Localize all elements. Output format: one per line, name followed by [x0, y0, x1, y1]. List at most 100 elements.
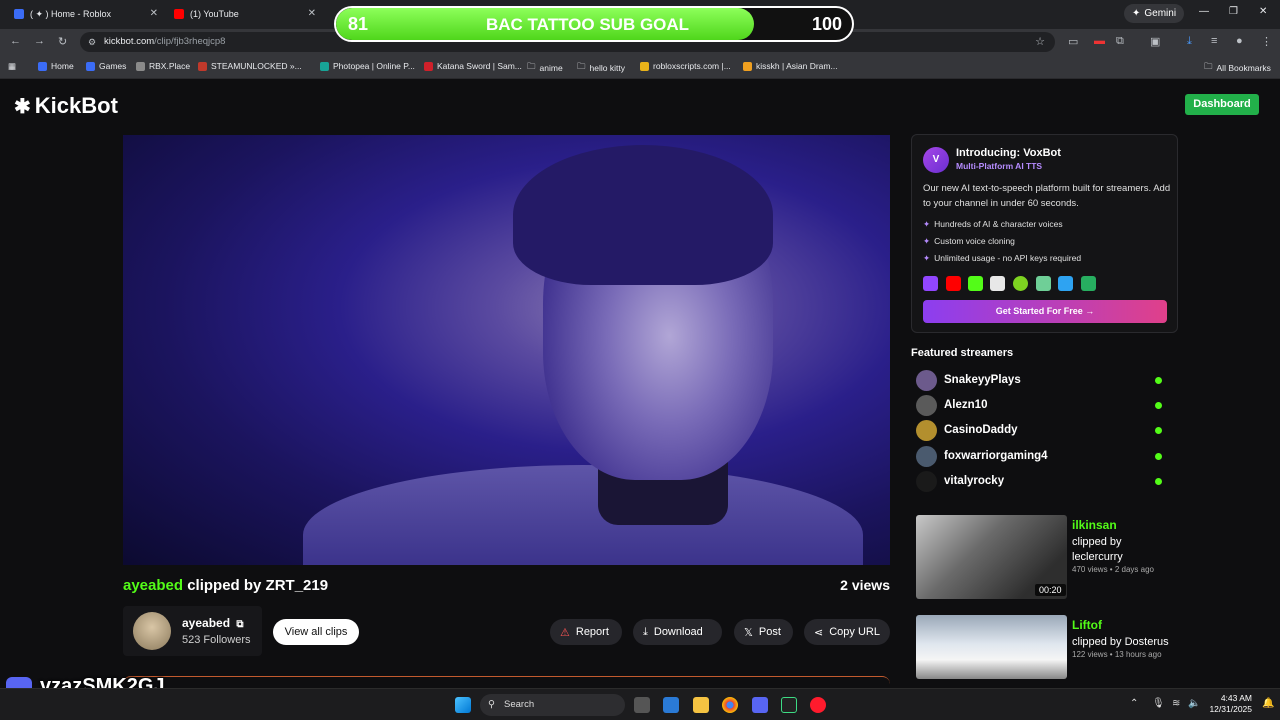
bookmark-photopea[interactable]: Photopea | Online P... — [320, 61, 415, 71]
clip-video-player[interactable] — [123, 135, 890, 565]
report-button[interactable]: ⚠ Report — [550, 619, 622, 645]
bookmark-folder-anime[interactable]: 🗀 anime — [527, 61, 563, 75]
chevron-up-icon[interactable]: ⌃ — [1130, 698, 1138, 709]
featured-streamer[interactable]: vitalyrocky — [916, 471, 1166, 493]
back-icon[interactable]: ← — [10, 35, 21, 47]
download-button[interactable]: ⤓ Download — [633, 619, 722, 645]
rumble-icon — [1013, 276, 1028, 291]
bookmark-rbxplace[interactable]: RBX.Place — [136, 61, 190, 71]
download-icon[interactable]: ⤓ — [1187, 35, 1192, 48]
featured-streamer[interactable]: Alezn10 — [916, 395, 1166, 417]
bookmark-star-icon[interactable]: ☆ — [1035, 32, 1045, 52]
tab-roblox[interactable]: ( ✦ ) Home - Roblox ✕ — [6, 3, 164, 25]
widgets-icon[interactable] — [663, 697, 679, 713]
clip-clipped-by: clipped by ZRT_219 — [183, 577, 329, 594]
media-icon[interactable]: ▣ — [1150, 35, 1160, 48]
extension-icon[interactable]: ▭ — [1068, 35, 1078, 48]
reading-list-icon[interactable]: ≡ — [1211, 35, 1217, 47]
system-clock[interactable]: 4:43 AM 12/31/2025 — [1204, 693, 1252, 715]
avatar — [916, 395, 937, 416]
apps-grid-icon[interactable]: ▦ — [8, 61, 16, 72]
streamer-name: vitalyrocky — [944, 475, 1005, 487]
file-explorer-icon[interactable] — [693, 697, 709, 713]
tab-youtube[interactable]: (1) YouTube ✕ — [166, 3, 322, 25]
featured-streamer[interactable]: CasinoDaddy — [916, 420, 1166, 442]
microphone-icon[interactable]: 🎙 — [1152, 698, 1165, 709]
promo-description: Our new AI text-to-speech platform built… — [923, 183, 1171, 209]
voxbot-logo-icon: V — [923, 147, 949, 173]
related-streamer-name[interactable]: ilkinsan — [1072, 518, 1117, 532]
bookmark-home[interactable]: Home — [38, 61, 74, 71]
bookmark-kisskh[interactable]: kisskh | Asian Dram... — [743, 61, 838, 71]
promo-feature-label: Unlimited usage - no API keys required — [934, 253, 1082, 263]
copy-url-button[interactable]: ⋖ Copy URL — [804, 619, 890, 645]
get-started-button[interactable]: Get Started For Free → — [923, 300, 1167, 323]
notification-bell-icon[interactable]: 🔔 — [1262, 698, 1274, 709]
avatar[interactable] — [133, 612, 171, 650]
search-icon: ⚲ — [488, 699, 495, 710]
related-clip[interactable]: Liftof clipped by Dosterus 122 views • 1… — [916, 615, 1178, 679]
live-indicator-icon — [1155, 453, 1162, 460]
forward-icon[interactable]: → — [34, 35, 45, 47]
related-clip[interactable]: 00:20 ilkinsan clipped by leclercurry 47… — [916, 515, 1178, 601]
bookmark-label: Photopea | Online P... — [333, 61, 415, 71]
profile-avatar-icon[interactable]: ● — [1236, 35, 1243, 47]
platform-icon — [1058, 276, 1073, 291]
url-domain: kickbot.com — [104, 36, 155, 47]
featured-streamer[interactable]: foxwarriorgaming4 — [916, 446, 1166, 468]
close-icon[interactable]: ✕ — [308, 8, 316, 19]
kick-icon — [968, 276, 983, 291]
kickbot-logo[interactable]: ✱ KickBot — [14, 93, 118, 119]
opera-icon[interactable] — [810, 697, 826, 713]
app-icon[interactable] — [781, 697, 797, 713]
search-placeholder: Search — [504, 699, 535, 710]
chrome-icon[interactable] — [722, 697, 738, 713]
related-clipped-by: clipped by leclercurry — [1072, 536, 1123, 563]
twitch-icon — [923, 276, 938, 291]
roblox-icon — [86, 61, 95, 71]
related-meta: 470 views • 2 days ago — [1072, 565, 1154, 574]
kickbot-logo-icon: ✱ — [14, 95, 31, 118]
windows-taskbar: ⚲ Search ⌃ 🎙 ≋ 🔈 4:43 AM 12/31/2025 🔔 — [0, 688, 1280, 720]
featured-streamer[interactable]: SnakeyyPlays — [916, 370, 1166, 392]
clip-thumbnail[interactable] — [916, 615, 1067, 679]
bookmark-folder-hello-kitty[interactable]: 🗀 hello kitty — [577, 61, 625, 75]
related-streamer-name[interactable]: Liftof — [1072, 618, 1102, 632]
volume-icon[interactable]: 🔈 — [1188, 698, 1200, 709]
discord-icon[interactable] — [752, 697, 768, 713]
platform-icon — [1036, 276, 1051, 291]
author-name[interactable]: ayeabed ⧉ — [182, 616, 244, 630]
task-view-icon[interactable] — [634, 697, 650, 713]
close-window-icon[interactable]: ✕ — [1259, 6, 1267, 17]
bookmark-robloxscripts[interactable]: robloxscripts.com |... — [640, 61, 731, 71]
clip-streamer-name[interactable]: ayeabed — [123, 577, 183, 594]
author-card[interactable]: ayeabed ⧉ 523 Followers — [123, 606, 262, 656]
close-icon[interactable]: ✕ — [150, 8, 158, 19]
x-logo-icon: 𝕏 — [744, 626, 753, 639]
reload-icon[interactable]: ↻ — [58, 35, 67, 48]
extensions-puzzle-icon[interactable]: ⧉ — [1116, 35, 1124, 48]
bookmark-games[interactable]: Games — [86, 61, 126, 71]
bookmark-steamunlocked[interactable]: STEAMUNLOCKED »... — [198, 61, 302, 71]
minimize-icon[interactable]: — — [1199, 6, 1209, 17]
dashboard-button[interactable]: Dashboard — [1185, 94, 1259, 115]
view-all-clips-button[interactable]: View all clips — [273, 619, 359, 645]
maximize-icon[interactable]: ❐ — [1229, 6, 1238, 17]
bookmark-katana[interactable]: Katana Sword | Sam... — [424, 61, 522, 71]
extension-icon[interactable]: ▬ — [1094, 35, 1105, 47]
gemini-button[interactable]: ✦ Gemini — [1124, 4, 1185, 23]
taskbar-search[interactable]: ⚲ Search — [480, 694, 625, 716]
roblox-icon — [38, 61, 47, 71]
post-button[interactable]: 𝕏 Post — [734, 619, 793, 645]
promo-feature-label: Hundreds of AI & character voices — [934, 219, 1063, 229]
menu-icon[interactable]: ⋮ — [1261, 35, 1272, 48]
windows-start-icon[interactable] — [455, 697, 471, 713]
all-bookmarks[interactable]: 🗀 All Bookmarks — [1204, 61, 1271, 75]
clock-date: 12/31/2025 — [1209, 704, 1252, 714]
wifi-icon[interactable]: ≋ — [1172, 698, 1180, 709]
promo-feature: ✦ Unlimited usage - no API keys required — [923, 253, 1081, 264]
bookmark-label: RBX.Place — [149, 61, 191, 71]
folder-icon: 🗀 — [1204, 61, 1213, 71]
site-info-icon[interactable]: ⚙ — [88, 32, 96, 52]
live-indicator-icon — [1155, 402, 1162, 409]
